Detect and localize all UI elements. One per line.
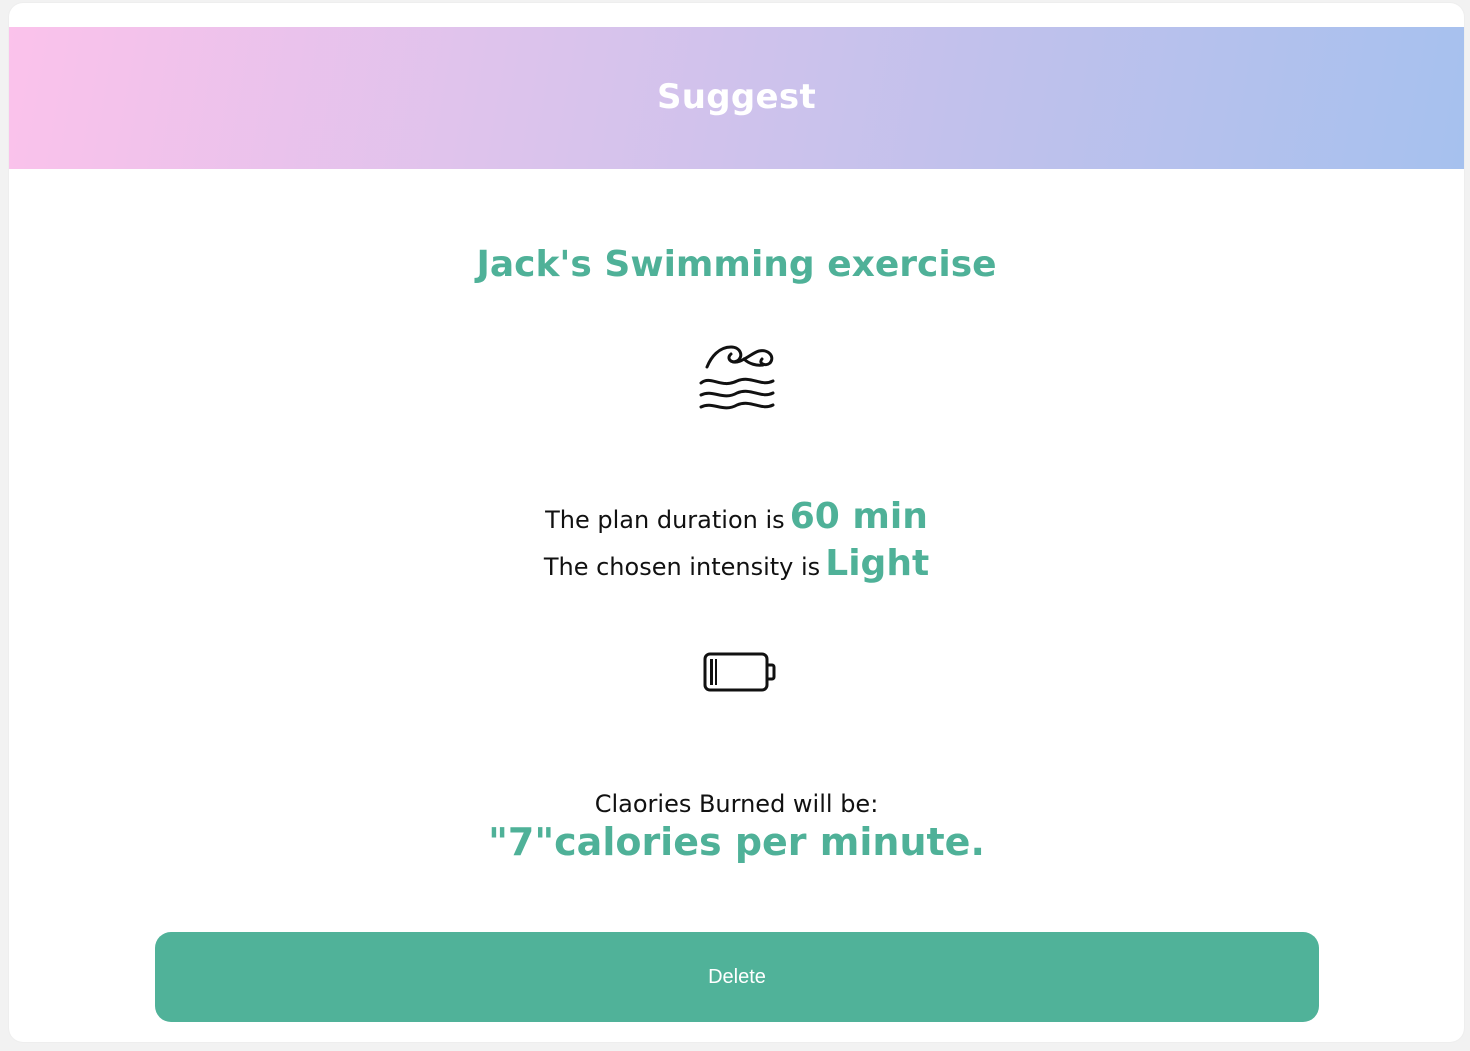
battery-low-icon [703, 652, 776, 692]
exercise-title: Jack's Swimming exercise [476, 244, 997, 285]
delete-button[interactable]: Delete [155, 932, 1319, 1022]
duration-label: The plan duration is [545, 506, 785, 534]
plan-details: The plan duration is 60 min The chosen i… [9, 493, 1464, 587]
calories-value: "7"calories per minute. [488, 820, 985, 864]
header-banner: Suggest [9, 27, 1464, 169]
calories-label: Claories Burned will be: [594, 790, 879, 818]
duration-value: 60 min [789, 496, 928, 537]
waves-icon [699, 345, 775, 410]
intensity-value: Light [825, 543, 930, 584]
duration-line: The plan duration is 60 min [9, 493, 1464, 540]
intensity-label: The chosen intensity is [543, 553, 821, 581]
intensity-line: The chosen intensity is Light [9, 540, 1464, 587]
page-title: Suggest [656, 77, 817, 117]
suggestion-card: Suggest Jack's Swimming exercise The pla… [9, 3, 1464, 1042]
